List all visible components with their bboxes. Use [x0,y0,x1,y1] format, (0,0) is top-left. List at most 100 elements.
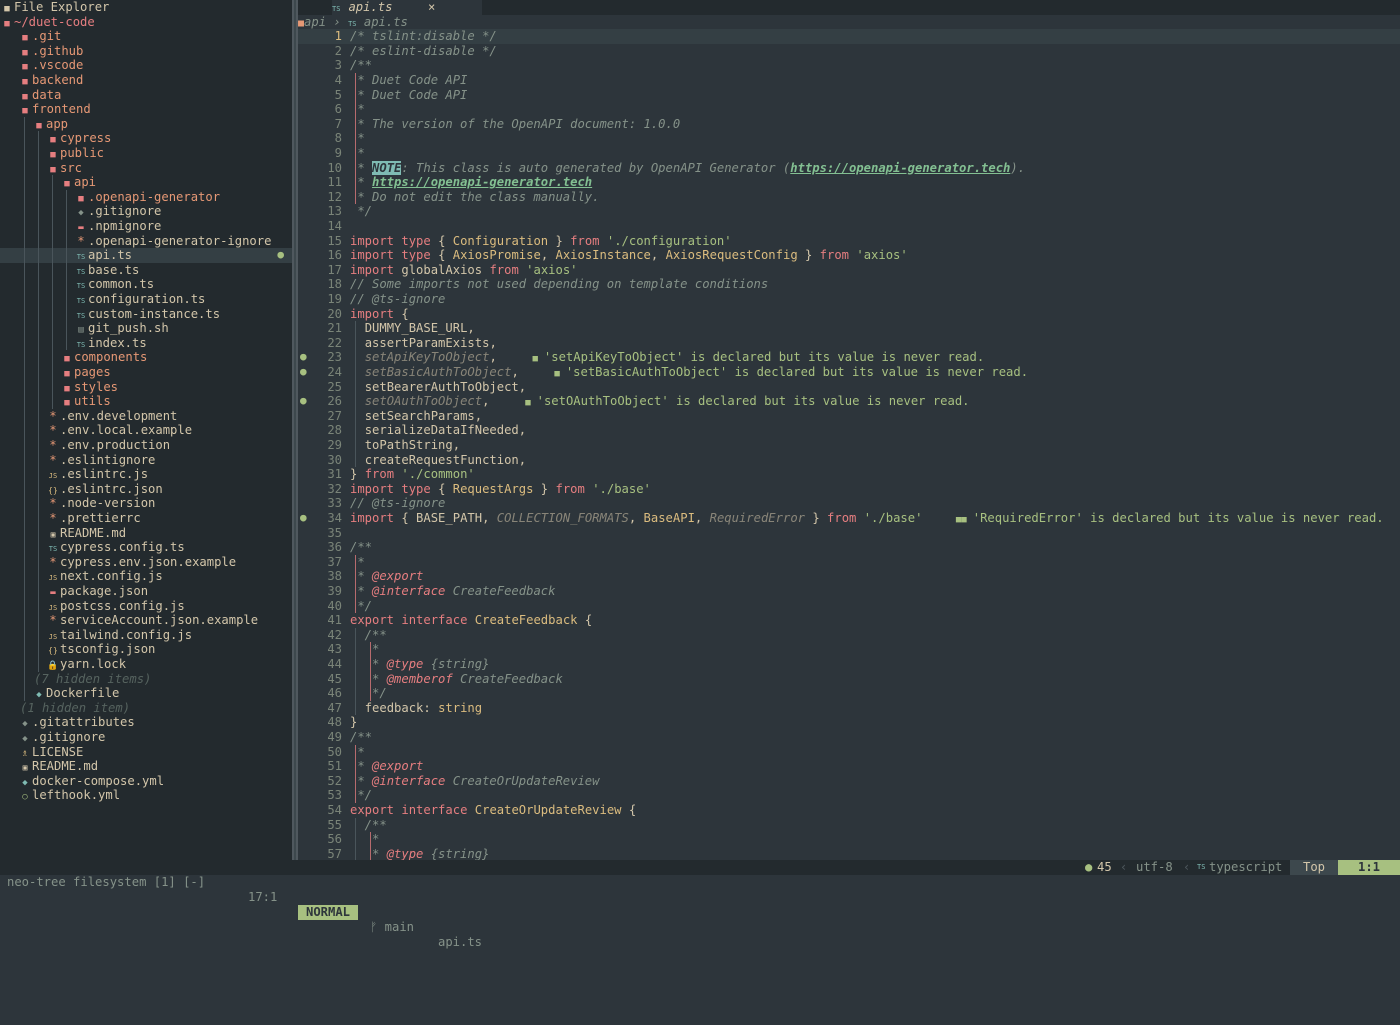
code-line[interactable]: 47 feedback: string [298,700,1400,716]
code-line[interactable]: 6 * [298,102,1400,117]
code-line[interactable]: 36 /** [298,540,1400,555]
tree-item[interactable]: ♗ LICENSE [0,745,292,760]
tree-item[interactable]: * .eslintignore [0,452,292,468]
code-line[interactable]: 27 setSearchParams, [298,408,1400,424]
code-line[interactable]: 38 * @export [298,569,1400,584]
code-line[interactable]: 29 toPathString, [298,438,1400,453]
tree-item[interactable]: {} .eslintrc.json [0,481,292,497]
code-line[interactable]: 7 * The version of the OpenAPI document:… [298,116,1400,132]
tree-item[interactable]: TS configuration.ts [0,292,292,307]
tree-item[interactable]: ■ src [0,160,292,176]
code-line[interactable]: 51 * @export [298,759,1400,774]
code-line[interactable]: 57 * @type {string} [298,846,1400,860]
code-line[interactable]: 10 * NOTE: This class is auto generated … [298,160,1400,176]
code-line[interactable]: 5 * Duet Code API [298,87,1400,103]
code-line[interactable]: 25 setBearerAuthToObject, [298,379,1400,395]
tree-item[interactable]: TS api.ts ● [0,248,292,263]
tree-item[interactable]: (1 hidden item) [0,701,292,716]
code-line[interactable]: 52 * @interface CreateOrUpdateReview [298,773,1400,789]
breadcrumb-folder[interactable]: api [304,15,326,29]
tree-item[interactable]: ■ backend [0,73,292,88]
tree-item[interactable]: ■ components [0,350,292,365]
tree-item[interactable]: ■ .vscode [0,58,292,73]
code-line[interactable]: 3 /** [298,58,1400,73]
code-line[interactable]: 49 /** [298,730,1400,745]
code-line[interactable]: 30 createRequestFunction, [298,452,1400,468]
code-line[interactable]: 17 import globalAxios from 'axios' [298,263,1400,278]
tree-item[interactable]: ■ public [0,146,292,161]
tree-item[interactable]: 🔒yarn.lock [0,657,292,672]
code-line[interactable]: 55 /** [298,817,1400,833]
code-line[interactable]: 42 /** [298,627,1400,643]
code-line[interactable]: 13 */ [298,204,1400,219]
tree-root[interactable]: ■ ~/duet-code [0,15,292,30]
code-line[interactable]: 14 [298,219,1400,234]
code-line[interactable]: 37 * [298,554,1400,570]
tree-item[interactable]: * .openapi-generator-ignore [0,233,292,249]
code-line[interactable]: 39 * @interface CreateFeedback [298,584,1400,599]
tree-item[interactable]: JS postcss.config.js [0,598,292,614]
code-editor[interactable]: TS api.ts × ■api › TS api.ts 1/* tslint:d… [298,0,1400,860]
code-line[interactable]: 24 ● setBasicAuthToObject, ■ 'setBasicAuthT… [298,365,1400,380]
tree-item[interactable]: JS tailwind.config.js [0,627,292,643]
tree-item[interactable]: ◆ .gitignore [0,204,292,219]
tree-item[interactable]: * serviceAccount.json.example [0,613,292,628]
code-line[interactable]: 9 * [298,146,1400,161]
code-line[interactable]: 56 * [298,832,1400,847]
code-line[interactable]: 53 */ [298,788,1400,803]
tree-item[interactable]: * .env.development [0,408,292,424]
code-line[interactable]: 34 ● import { BASE_PATH, COLLECTION_FORMAT… [298,511,1400,526]
tree-item[interactable]: ○ lefthook.yml [0,788,292,803]
code-line[interactable]: 28 serializeDataIfNeeded, [298,423,1400,438]
tree-item[interactable]: * .env.production [0,438,292,453]
tree-item[interactable]: TS index.ts [0,335,292,351]
code-line[interactable]: 18 // Some imports not used depending on … [298,277,1400,292]
code-line[interactable]: 43 * [298,642,1400,657]
code-line[interactable]: 45 * @memberof CreateFeedback [298,671,1400,687]
tree-item[interactable]: ■ styles [0,379,292,395]
tree-item[interactable]: (7 hidden items) [0,671,292,687]
tree-item[interactable]: ▣ README.md [0,525,292,541]
tree-item[interactable]: ▬ .npmignore [0,219,292,234]
tree-item[interactable]: ■ pages [0,365,292,380]
code-line[interactable]: 31} from './common' [298,467,1400,482]
code-line[interactable]: 2 /* eslint-disable */ [298,44,1400,59]
code-line[interactable]: 41 export interface CreateFeedback { [298,613,1400,628]
code-line[interactable]: 8 * [298,131,1400,146]
tree-item[interactable]: ▣ README.md [0,759,292,774]
tree-item[interactable]: ■ .openapi-generator [0,189,292,205]
code-line[interactable]: 54 export interface CreateOrUpdateReview … [298,803,1400,818]
code-line[interactable]: 44 * @type {string} [298,657,1400,672]
code-line[interactable]: 46 */ [298,686,1400,701]
tree-item[interactable]: * .env.local.example [0,423,292,438]
code-line[interactable]: 4 * Duet Code API [298,73,1400,88]
code-line[interactable]: 23 ● setApiKeyToObject, ■ 'setApiKeyToObjec… [298,350,1400,365]
tree-item[interactable]: TS cypress.config.ts [0,540,292,555]
tree-item[interactable]: JS .eslintrc.js [0,467,292,482]
tree-item[interactable]: * .node-version [0,496,292,511]
tree-item[interactable]: ◆ .gitattributes [0,715,292,730]
tree-item[interactable]: ▤ git_push.sh [0,321,292,336]
code-line[interactable]: 12 * Do not edit the class manually. [298,189,1400,205]
tree-item[interactable]: TS custom-instance.ts [0,306,292,322]
code-line[interactable]: 15 import type { Configuration } from './… [298,234,1400,249]
code-line[interactable]: 22 assertParamExists, [298,335,1400,351]
breadcrumb-file[interactable]: api.ts [364,15,408,29]
tree-item[interactable]: ■ api [0,175,292,190]
tree-item[interactable]: ■ utils [0,394,292,409]
code-line[interactable]: 19 // @ts-ignore [298,292,1400,307]
code-line[interactable]: 21 DUMMY_BASE_URL, [298,321,1400,336]
code-line[interactable]: 32 import type { RequestArgs } from './ba… [298,482,1400,497]
code-line[interactable]: 50 * [298,744,1400,760]
tree-item[interactable]: TS base.ts [0,262,292,278]
tree-item[interactable]: ◆ .gitignore [0,730,292,745]
tree-item[interactable]: ■ cypress [0,131,292,146]
tree-item[interactable]: * .prettierrc [0,511,292,526]
tree-item[interactable]: {} tsconfig.json [0,642,292,657]
tree-item[interactable]: ■ .github [0,44,292,59]
tree-item[interactable]: ■ data [0,88,292,103]
code-line[interactable]: 33 // @ts-ignore [298,496,1400,511]
code-line[interactable]: 48} [298,715,1400,730]
tree-item[interactable]: JS next.config.js [0,569,292,584]
tab-api-ts[interactable]: TS api.ts × [332,0,482,15]
